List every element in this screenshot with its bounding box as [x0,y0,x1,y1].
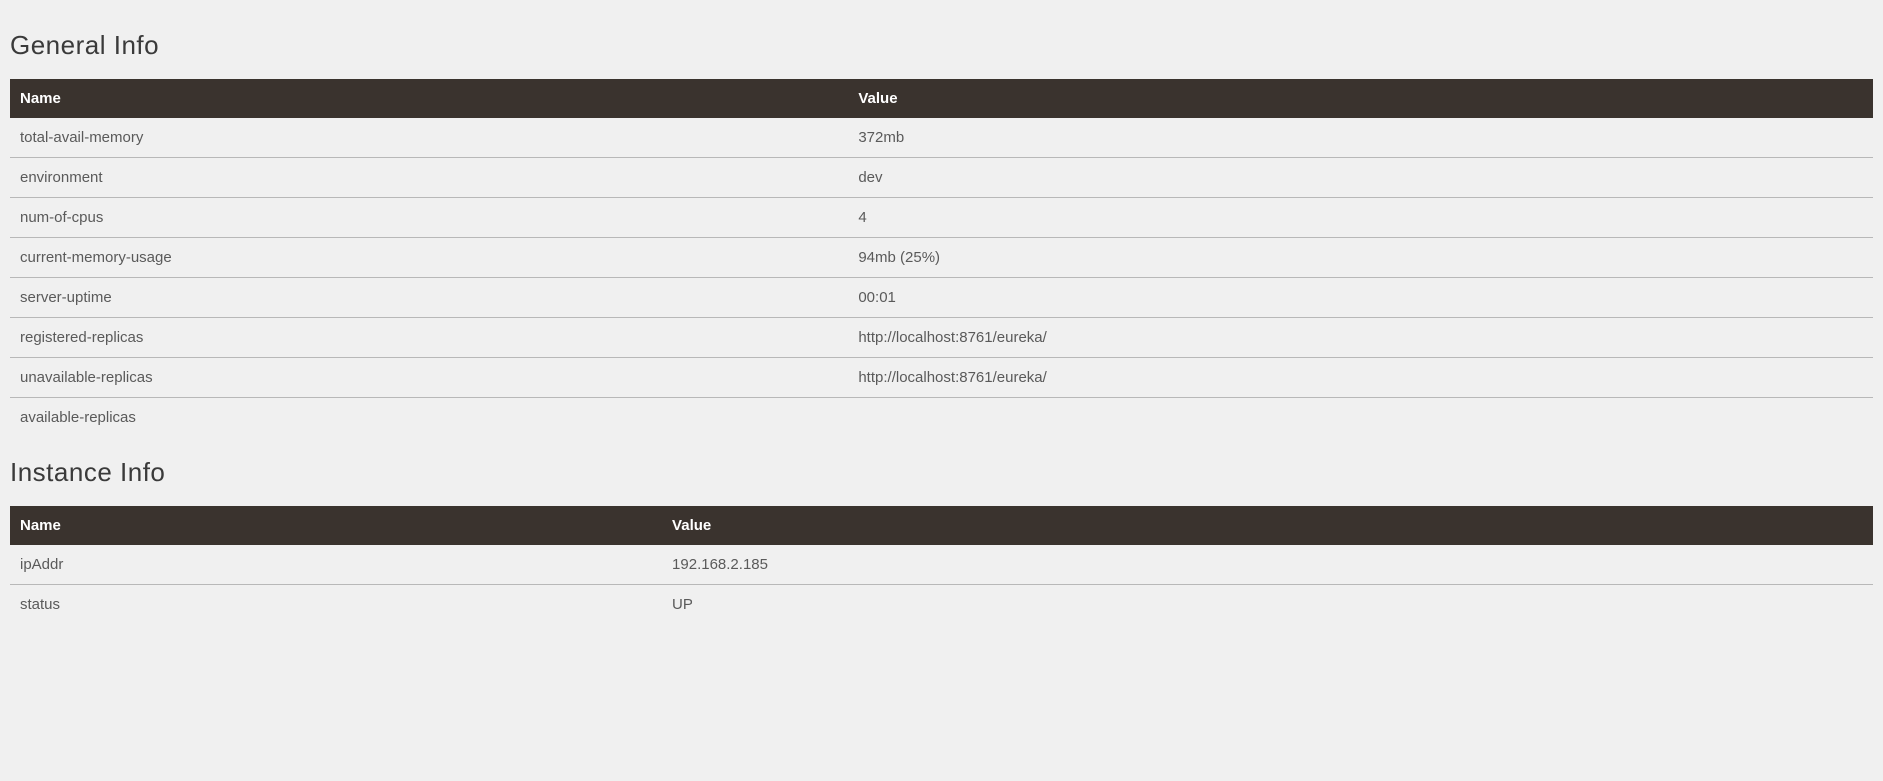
table-row: available-replicas [10,398,1873,438]
general-row-name: unavailable-replicas [10,358,848,398]
general-row-value [848,398,1873,438]
instance-header-name: Name [10,506,662,545]
general-row-value: http://localhost:8761/eureka/ [848,318,1873,358]
general-row-name: server-uptime [10,278,848,318]
instance-info-title: Instance Info [10,457,1873,488]
general-header-value: Value [848,79,1873,118]
general-row-value: 372mb [848,118,1873,158]
table-row: current-memory-usage 94mb (25%) [10,238,1873,278]
instance-row-value: UP [662,585,1873,625]
table-row: environment dev [10,158,1873,198]
general-row-name: registered-replicas [10,318,848,358]
instance-info-table: Name Value ipAddr 192.168.2.185 status U… [10,506,1873,624]
general-row-name: available-replicas [10,398,848,438]
table-row: total-avail-memory 372mb [10,118,1873,158]
instance-row-value: 192.168.2.185 [662,545,1873,585]
general-row-value: 00:01 [848,278,1873,318]
instance-row-name: status [10,585,662,625]
table-row: status UP [10,585,1873,625]
general-row-name: environment [10,158,848,198]
table-row: num-of-cpus 4 [10,198,1873,238]
instance-row-name: ipAddr [10,545,662,585]
table-row: ipAddr 192.168.2.185 [10,545,1873,585]
general-row-value: 94mb (25%) [848,238,1873,278]
table-row: registered-replicas http://localhost:876… [10,318,1873,358]
instance-header-value: Value [662,506,1873,545]
general-info-table: Name Value total-avail-memory 372mb envi… [10,79,1873,437]
general-row-value: http://localhost:8761/eureka/ [848,358,1873,398]
general-row-value: 4 [848,198,1873,238]
general-header-name: Name [10,79,848,118]
general-row-name: current-memory-usage [10,238,848,278]
table-row: unavailable-replicas http://localhost:87… [10,358,1873,398]
general-row-value: dev [848,158,1873,198]
table-row: server-uptime 00:01 [10,278,1873,318]
general-row-name: total-avail-memory [10,118,848,158]
general-row-name: num-of-cpus [10,198,848,238]
general-info-title: General Info [10,30,1873,61]
